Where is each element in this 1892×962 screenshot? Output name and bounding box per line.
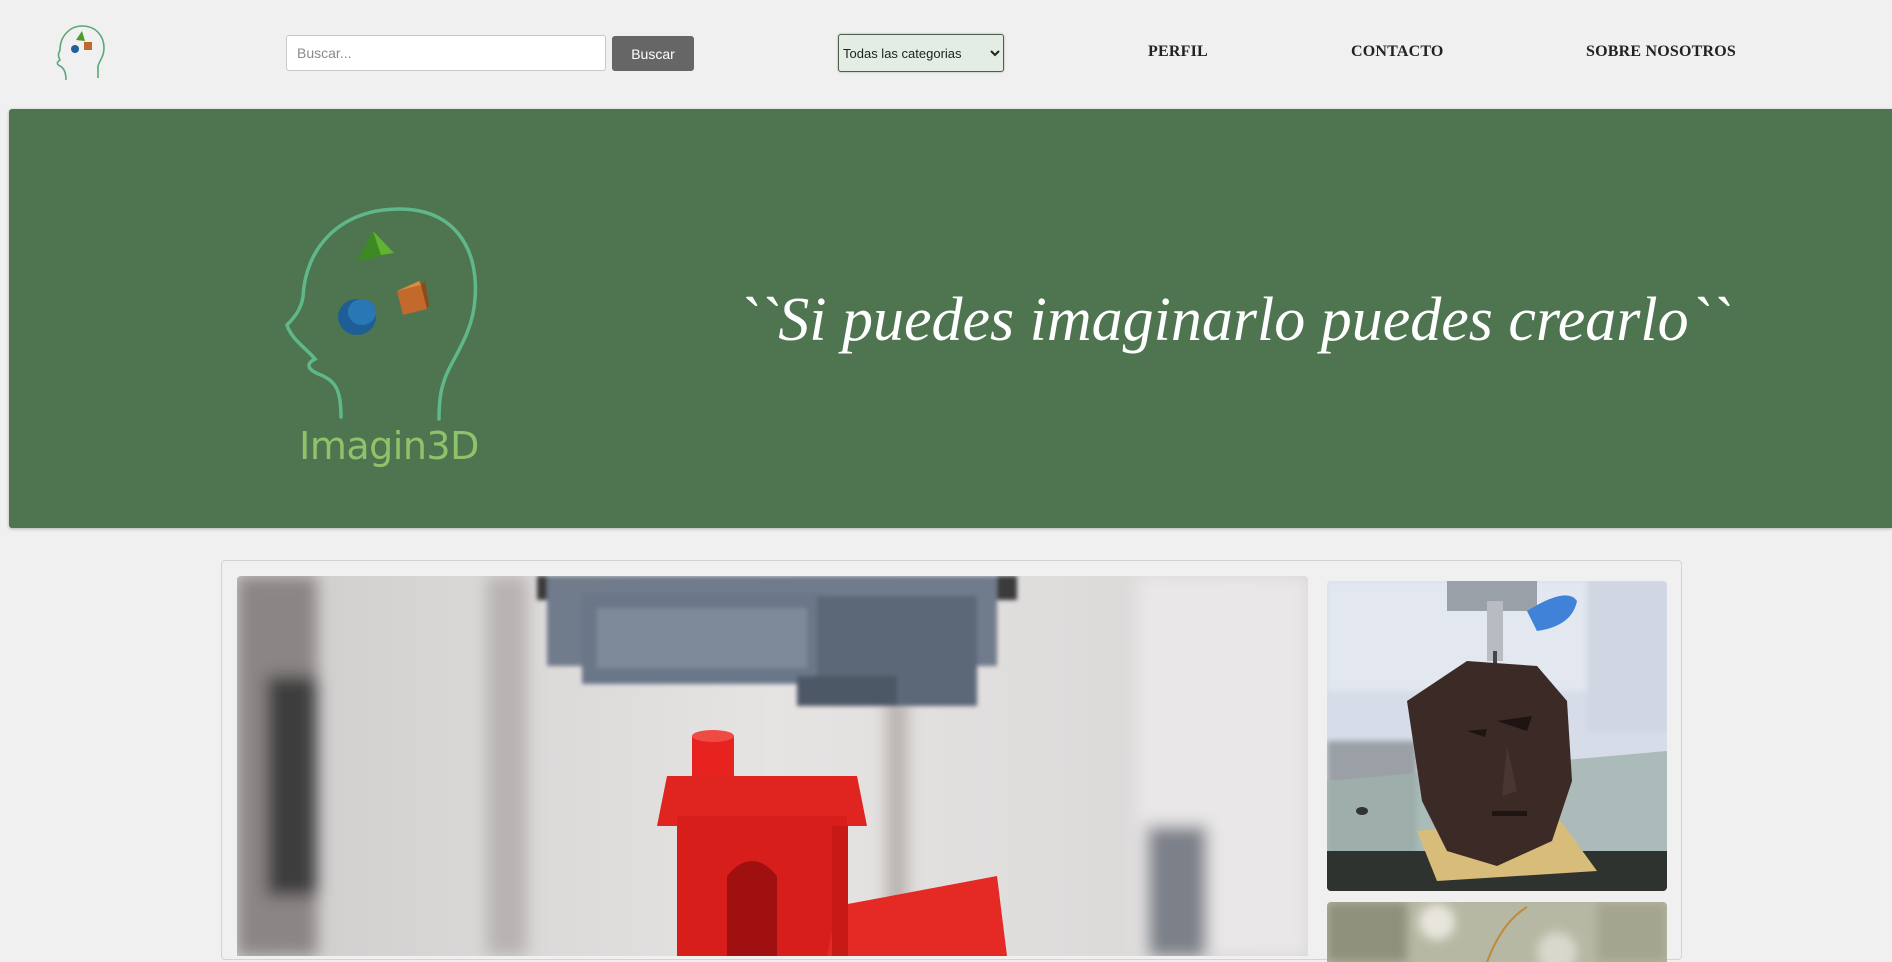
hero-banner: Imagin3D ``Si puedes imaginarlo puedes c… [9, 109, 1892, 528]
3d-printer-red-benchy-photo[interactable] [237, 576, 1308, 956]
category-select[interactable]: Todas las categorias [838, 34, 1004, 72]
nav-sobre-nosotros[interactable]: SOBRE NOSOTROS [1586, 43, 1736, 61]
brand-name: Imagin3D [299, 424, 479, 468]
3d-printing-outdoor-photo[interactable] [1327, 902, 1667, 962]
brain-head-logo-icon[interactable] [52, 22, 108, 82]
3d-printed-chocolate-head-photo[interactable] [1327, 581, 1667, 891]
search-input[interactable] [286, 35, 606, 71]
nav-perfil[interactable]: PERFIL [1148, 43, 1208, 61]
hero-slogan: ``Si puedes imaginarlo puedes crearlo`` [737, 286, 1730, 354]
top-bar: Buscar Todas las categorias PERFIL CONTA… [0, 0, 1892, 106]
image-gallery [221, 560, 1682, 962]
search-button[interactable]: Buscar [612, 36, 694, 71]
nav-contacto[interactable]: CONTACTO [1351, 43, 1444, 61]
